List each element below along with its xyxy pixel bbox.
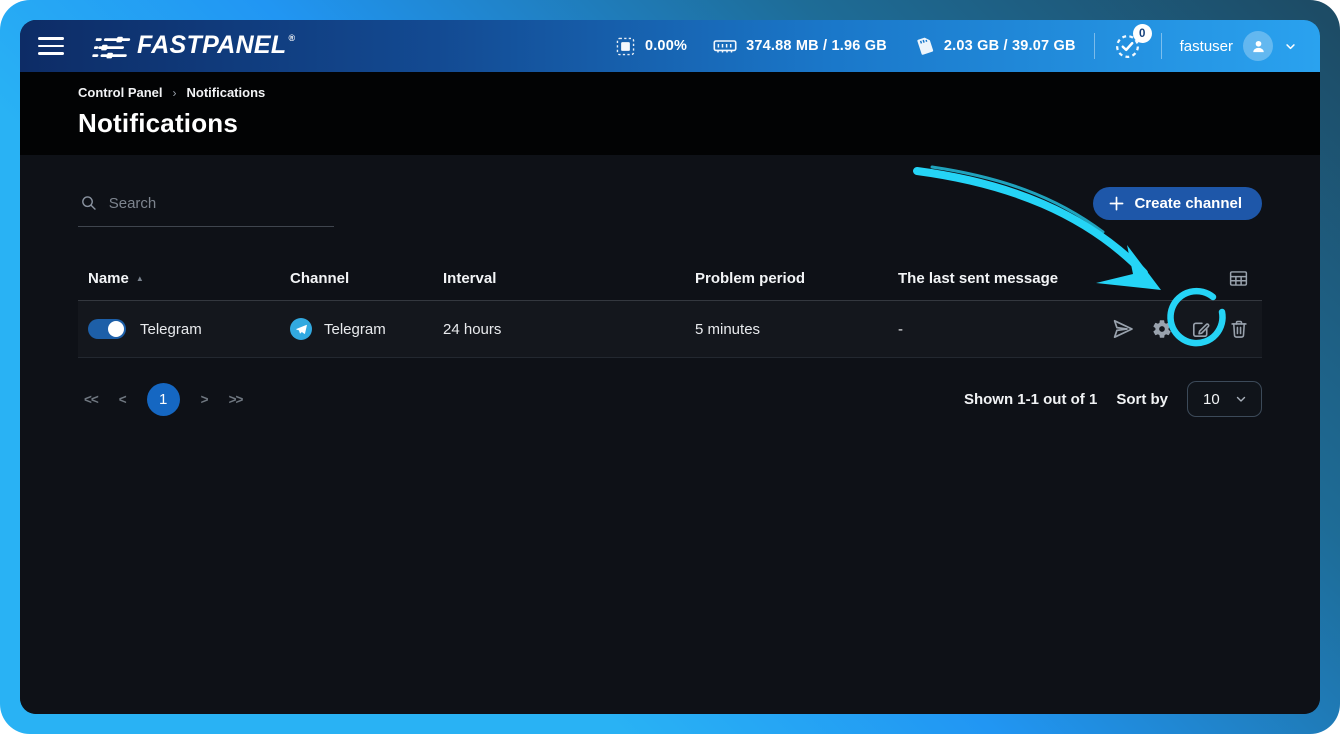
app-frame: FASTPANEL ® 0.00% [0, 0, 1340, 734]
search-input[interactable] [109, 195, 332, 212]
search-field[interactable] [78, 187, 334, 227]
pagination: << < 1 > >> [78, 383, 242, 416]
delete-button[interactable] [1228, 317, 1250, 341]
toolbar: Create channel [78, 187, 1262, 227]
column-header-name[interactable]: Name ▲ [78, 270, 290, 287]
create-channel-button[interactable]: Create channel [1093, 187, 1262, 220]
breadcrumb-separator-icon: › [173, 86, 177, 100]
breadcrumb-control-panel[interactable]: Control Panel [78, 85, 163, 100]
server-stats: 0.00% 374.88 MB / 1.96 GB [615, 35, 1076, 57]
topbar: FASTPANEL ® 0.00% [20, 20, 1320, 72]
send-test-button[interactable] [1111, 317, 1135, 341]
cpu-icon [615, 36, 636, 57]
shown-count-label: Shown 1-1 out of 1 [964, 391, 1097, 408]
edit-button[interactable] [1189, 317, 1212, 341]
column-header-last-sent[interactable]: The last sent message [898, 270, 1112, 287]
page-current[interactable]: 1 [147, 383, 180, 416]
row-channel: Telegram [324, 321, 386, 338]
plus-icon [1109, 196, 1124, 211]
disk-icon [913, 35, 935, 57]
topbar-separator [1161, 33, 1162, 59]
breadcrumb: Control Panel › Notifications [78, 85, 1262, 100]
page-title: Notifications [78, 108, 1262, 139]
send-icon [1111, 317, 1135, 341]
table-row-telegram: Telegram Telegram 24 hours 5 minutes - [78, 301, 1262, 358]
ram-icon [713, 36, 737, 56]
menu-icon[interactable] [34, 31, 68, 61]
settings-icon [1151, 318, 1173, 340]
delete-icon [1228, 318, 1250, 340]
chevron-down-icon [1234, 392, 1248, 406]
tasks-badge: 0 [1133, 24, 1152, 43]
user-menu[interactable]: fastuser [1180, 31, 1298, 61]
disk-stat[interactable]: 2.03 GB / 39.07 GB [913, 35, 1076, 57]
tasks-button[interactable]: 0 [1113, 31, 1143, 61]
logo-text: FASTPANEL [137, 32, 286, 58]
logo-equalizer-icon [91, 35, 133, 61]
channels-table: Name ▲ Channel Interval Problem period T… [78, 257, 1262, 358]
topbar-separator [1094, 33, 1095, 59]
app-window: FASTPANEL ® 0.00% [20, 20, 1320, 714]
disk-value: 2.03 GB / 39.07 GB [944, 38, 1076, 54]
page-next-button[interactable]: > [201, 392, 208, 407]
cpu-value: 0.00% [645, 38, 687, 54]
table-header-row: Name ▲ Channel Interval Problem period T… [78, 257, 1262, 301]
page-first-button[interactable]: << [84, 392, 98, 407]
page-prev-button[interactable]: < [119, 392, 126, 407]
row-problem-period: 5 minutes [695, 321, 898, 338]
row-last-sent-message: - [898, 321, 1112, 338]
page-last-button[interactable]: >> [229, 392, 243, 407]
row-interval: 24 hours [443, 321, 695, 338]
column-header-channel[interactable]: Channel [290, 270, 443, 287]
columns-settings-button[interactable] [1226, 267, 1250, 291]
edit-icon [1189, 318, 1212, 341]
telegram-icon [290, 318, 312, 340]
row-enabled-toggle[interactable] [88, 319, 126, 339]
chevron-down-icon [1283, 39, 1298, 54]
ram-stat[interactable]: 374.88 MB / 1.96 GB [713, 36, 887, 56]
ram-value: 374.88 MB / 1.96 GB [746, 38, 887, 54]
title-strip: Control Panel › Notifications Notificati… [20, 72, 1320, 155]
sort-by-label: Sort by [1116, 391, 1168, 408]
column-header-interval[interactable]: Interval [443, 270, 695, 287]
sort-asc-icon: ▲ [136, 275, 144, 283]
logo-registered-mark: ® [288, 33, 295, 43]
settings-button[interactable] [1151, 317, 1173, 341]
breadcrumb-notifications[interactable]: Notifications [187, 85, 266, 100]
table-footer: << < 1 > >> Shown 1-1 out of 1 Sort by 1… [78, 381, 1262, 417]
row-name: Telegram [140, 321, 202, 338]
search-icon [80, 193, 98, 213]
fastpanel-logo[interactable]: FASTPANEL ® [94, 32, 295, 61]
per-page-select[interactable]: 10 [1187, 381, 1262, 417]
columns-icon [1228, 268, 1249, 289]
username: fastuser [1180, 38, 1233, 55]
column-label: Name [88, 270, 129, 287]
user-avatar-icon [1243, 31, 1273, 61]
per-page-value: 10 [1203, 391, 1220, 408]
create-channel-label: Create channel [1134, 195, 1242, 212]
page-body: Create channel Name ▲ Channel Interval P… [20, 155, 1320, 714]
column-header-problem-period[interactable]: Problem period [695, 270, 898, 287]
cpu-stat[interactable]: 0.00% [615, 36, 687, 57]
